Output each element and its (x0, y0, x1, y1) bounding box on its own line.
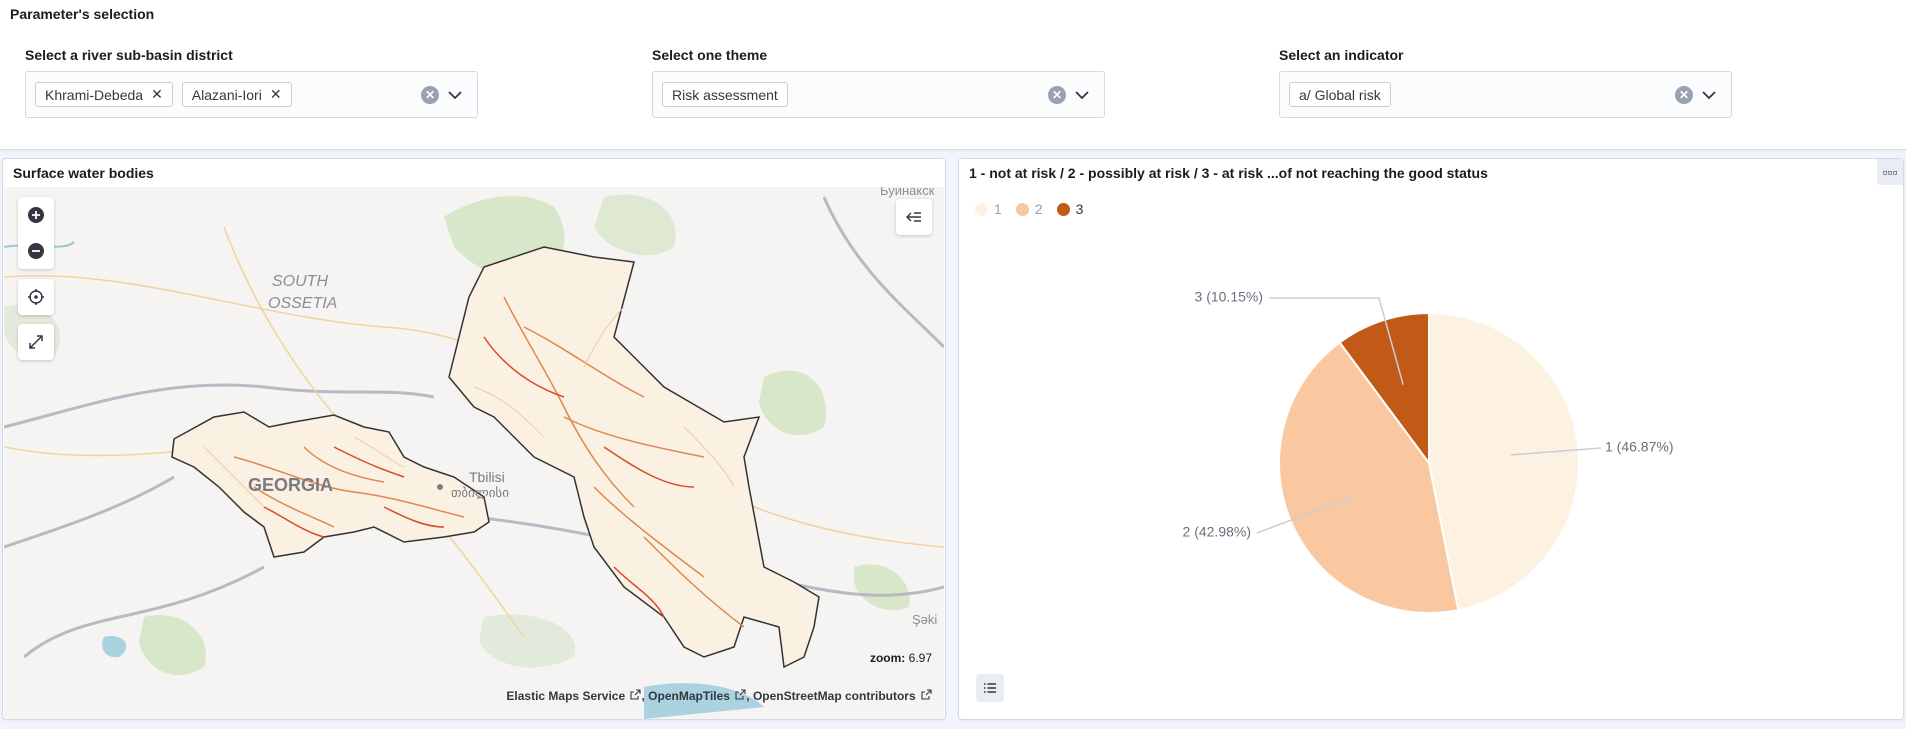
indicator-combobox[interactable]: a/ Global risk ✕ (1279, 71, 1732, 118)
map-label-saki: Şəki (912, 612, 938, 627)
clear-selection-icon[interactable]: ✕ (1048, 86, 1066, 104)
legend-dot (1015, 202, 1029, 216)
panel-title: Parameter's selection (10, 6, 155, 22)
map-label-ossetia: OSSETIA (268, 295, 338, 312)
map-label-tbilisi-ka: თბილისი (451, 485, 509, 500)
plus-icon (28, 207, 44, 223)
legend-dot (975, 202, 988, 216)
zoom-in-button[interactable] (18, 197, 54, 233)
map-label-georgia: GEORGIA (248, 475, 334, 495)
fullscreen-control (18, 324, 54, 360)
zoom-out-button[interactable] (18, 233, 54, 269)
legend-item[interactable]: 2 (1015, 201, 1043, 217)
pie-slice[interactable] (1428, 311, 1580, 612)
chevron-down-icon[interactable] (1072, 85, 1092, 105)
chart-legend: 1 2 3 (975, 201, 1083, 217)
legend-toggle-button[interactable] (976, 674, 1004, 702)
theme-combobox[interactable]: Risk assessment ✕ (652, 71, 1105, 118)
indicator-chip[interactable]: a/ Global risk (1289, 82, 1391, 107)
legend-dot (1056, 202, 1070, 216)
pie-chart: 1 (46.87%) 2 (42.98%) 3 (10.15%) (1183, 289, 1673, 614)
attribution-link[interactable]: Elastic Maps Service (506, 689, 625, 703)
district-label: Select a river sub-basin district (25, 47, 233, 63)
parameter-selection-panel: Parameter's selection Select a river sub… (0, 0, 1906, 150)
map-panel: Surface water bodies SOUTH OSSETIA GEORG… (2, 158, 946, 720)
fullscreen-button[interactable] (18, 324, 54, 360)
chevron-down-icon[interactable] (445, 85, 465, 105)
theme-control: Select one theme Risk assessment ✕ (652, 47, 1105, 118)
layers-collapse-icon (906, 212, 921, 222)
indicator-control: Select an indicator a/ Global risk ✕ (1279, 47, 1732, 118)
map-canvas[interactable]: SOUTH OSSETIA GEORGIA Tbilisi თბილისი Бу… (4, 187, 944, 719)
map-basemap (4, 194, 944, 719)
attribution-link[interactable]: OpenStreetMap contributors (753, 689, 916, 703)
theme-chip[interactable]: Risk assessment (662, 82, 788, 107)
locate-button[interactable] (18, 279, 54, 315)
locate-icon (28, 289, 44, 305)
layers-control (896, 199, 932, 235)
map-title: Surface water bodies (13, 165, 154, 181)
map-label-buinaksk: Буйнакск (880, 187, 935, 198)
panel-options-button[interactable]: ▫▫▫ (1877, 159, 1903, 185)
legend-item[interactable]: 3 (1056, 201, 1083, 217)
chart-title: 1 - not at risk / 2 - possibly at risk /… (969, 165, 1488, 181)
external-link-icon (921, 689, 932, 700)
zoom-readout: zoom: 6.97 (869, 651, 932, 665)
attribution-link[interactable]: OpenMapTiles (648, 689, 730, 703)
zoom-controls (18, 197, 54, 269)
map-label-south: SOUTH (272, 273, 328, 290)
remove-chip-icon[interactable]: ✕ (151, 86, 163, 103)
indicator-label: Select an indicator (1279, 47, 1404, 63)
district-control: Select a river sub-basin district Khrami… (25, 47, 478, 118)
district-combobox[interactable]: Khrami-Debeda ✕ Alazani-Iori ✕ ✕ (25, 71, 478, 118)
minus-icon (28, 243, 44, 259)
expand-icon (29, 335, 43, 349)
district-chip[interactable]: Khrami-Debeda ✕ (35, 82, 173, 107)
slice-label: 3 (10.15%) (1195, 289, 1263, 305)
external-link-icon (630, 689, 642, 700)
map-attribution: Elastic Maps Service , OpenMapTiles , Op… (506, 689, 932, 703)
clear-selection-icon[interactable]: ✕ (421, 86, 439, 104)
slice-label: 1 (46.87%) (1605, 439, 1673, 455)
theme-label: Select one theme (652, 47, 768, 63)
remove-chip-icon[interactable]: ✕ (270, 86, 282, 103)
clear-selection-icon[interactable]: ✕ (1675, 86, 1693, 104)
external-link-icon (735, 689, 746, 700)
layers-toggle-button[interactable] (896, 199, 932, 235)
district-chip[interactable]: Alazani-Iori ✕ (181, 82, 292, 107)
pie-chart-panel: 1 - not at risk / 2 - possibly at risk /… (958, 158, 1904, 720)
legend-item[interactable]: 1 (975, 201, 1002, 217)
locate-control (18, 279, 54, 315)
map-label-tbilisi: Tbilisi (469, 469, 505, 485)
more-options-icon: ▫▫▫ (1882, 164, 1898, 180)
slice-label: 2 (42.98%) (1183, 524, 1251, 540)
chevron-down-icon[interactable] (1699, 85, 1719, 105)
list-icon (984, 683, 996, 693)
